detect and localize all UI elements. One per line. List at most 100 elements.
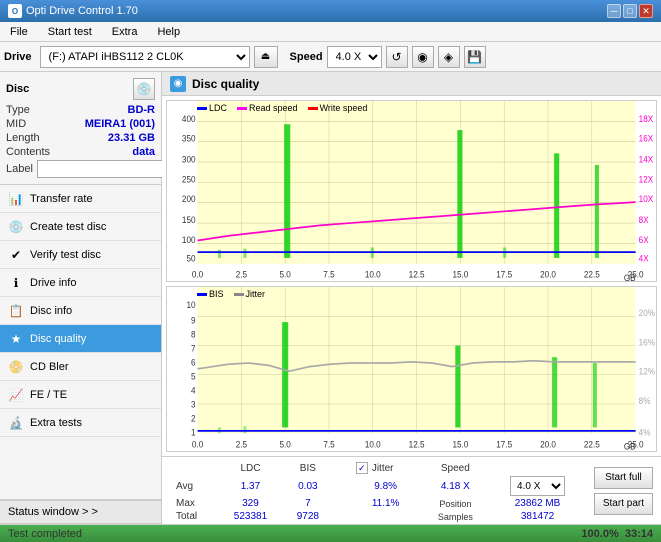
disc-contents-label: Contents — [6, 146, 50, 158]
svg-text:3: 3 — [191, 399, 196, 410]
svg-text:12X: 12X — [639, 174, 654, 185]
create-test-disc-icon: 💿 — [8, 219, 24, 235]
svg-text:4: 4 — [191, 385, 196, 396]
close-button[interactable]: ✕ — [639, 4, 653, 18]
svg-text:2.5: 2.5 — [236, 269, 247, 280]
bis-chart-svg: 1 2 3 4 5 6 7 8 9 10 4% 8% 12% 16% 20% — [167, 287, 656, 451]
svg-text:16X: 16X — [639, 133, 654, 144]
stats-total-row: Total 523381 9728 Samples 381472 — [170, 510, 586, 523]
refresh-button[interactable]: ↺ — [386, 46, 408, 68]
burn-button[interactable]: ◉ — [412, 46, 434, 68]
svg-text:400: 400 — [182, 113, 196, 124]
svg-text:20.0: 20.0 — [540, 269, 556, 280]
maximize-button[interactable]: □ — [623, 4, 637, 18]
svg-text:5: 5 — [191, 371, 196, 382]
minimize-button[interactable]: ─ — [607, 4, 621, 18]
disc-label-input[interactable] — [37, 160, 175, 178]
svg-text:16%: 16% — [639, 337, 655, 348]
max-label: Max — [170, 497, 218, 510]
svg-text:20%: 20% — [639, 308, 655, 319]
sidebar-item-disc-info[interactable]: 📋 Disc info — [0, 297, 161, 325]
svg-text:15.0: 15.0 — [452, 439, 468, 450]
svg-text:9: 9 — [191, 315, 196, 326]
sidebar: Disc 💿 Type BD-R MID MEIRA1 (001) Length… — [0, 72, 162, 524]
svg-text:22.5: 22.5 — [584, 439, 600, 450]
disc-contents-row: Contents data — [6, 146, 155, 158]
position-value: 23862 MB — [489, 497, 586, 510]
charts-area: LDC Read speed Write speed — [162, 96, 661, 456]
stats-avg-row: Avg 1.37 0.03 9.8% 4.18 X 4.0 X — [170, 475, 586, 497]
nav-label-cd-bler: CD Bler — [30, 361, 69, 373]
svg-text:15.0: 15.0 — [452, 269, 468, 280]
svg-text:7.5: 7.5 — [323, 439, 334, 450]
col-jitter-header: ✓ Jitter — [350, 461, 422, 475]
legend-jitter-label: Jitter — [246, 289, 266, 299]
eject-button[interactable]: ⏏ — [254, 46, 278, 68]
menu-help[interactable]: Help — [151, 24, 186, 40]
svg-text:14X: 14X — [639, 154, 654, 165]
status-area: Status window > > — [0, 499, 161, 524]
legend-read-speed-label: Read speed — [249, 103, 298, 113]
app-title: Opti Drive Control 1.70 — [26, 5, 138, 17]
svg-text:8X: 8X — [639, 215, 649, 226]
legend-bis: BIS — [197, 289, 224, 299]
svg-text:GB: GB — [624, 441, 636, 451]
progress-bar-fill — [0, 525, 661, 542]
nav-label-fe-te: FE / TE — [30, 389, 67, 401]
nav-label-disc-quality: Disc quality — [30, 333, 86, 345]
menu-file[interactable]: File — [4, 24, 34, 40]
save-button[interactable]: 💾 — [464, 46, 486, 68]
svg-text:20.0: 20.0 — [540, 439, 556, 450]
svg-text:5.0: 5.0 — [280, 439, 291, 450]
menu-start-test[interactable]: Start test — [42, 24, 98, 40]
jitter-checkbox[interactable]: ✓ — [356, 462, 368, 474]
col-speed-header: Speed — [421, 461, 489, 475]
disc-length-row: Length 23.31 GB — [6, 132, 155, 144]
svg-text:8%: 8% — [639, 396, 651, 407]
samples-value: 381472 — [489, 510, 586, 523]
settings-button[interactable]: ◈ — [438, 46, 460, 68]
disc-type-row: Type BD-R — [6, 104, 155, 116]
sidebar-item-create-test-disc[interactable]: 💿 Create test disc — [0, 213, 161, 241]
start-part-button[interactable]: Start part — [594, 493, 653, 515]
disc-mid-value: MEIRA1 (001) — [85, 118, 155, 130]
drive-label: Drive — [4, 51, 32, 63]
svg-text:2.5: 2.5 — [236, 439, 247, 450]
disc-quality-panel-icon: ◉ — [170, 76, 186, 92]
sidebar-item-drive-info[interactable]: ℹ Drive info — [0, 269, 161, 297]
title-bar-left: O Opti Drive Control 1.70 — [8, 4, 138, 18]
sidebar-item-verify-test-disc[interactable]: ✔ Verify test disc — [0, 241, 161, 269]
disc-panel: Disc 💿 Type BD-R MID MEIRA1 (001) Length… — [0, 72, 161, 185]
start-full-button[interactable]: Start full — [594, 467, 653, 489]
stats-table: LDC BIS ✓ Jitter Speed — [170, 461, 586, 520]
sidebar-item-fe-te[interactable]: 📈 FE / TE — [0, 381, 161, 409]
nav-label-extra-tests: Extra tests — [30, 417, 82, 429]
svg-text:50: 50 — [186, 253, 195, 264]
transfer-rate-icon: 📊 — [8, 191, 24, 207]
stats-max-row: Max 329 7 11.1% Position 23862 MB — [170, 497, 586, 510]
menu-extra[interactable]: Extra — [106, 24, 144, 40]
cd-bler-icon: 📀 — [8, 359, 24, 375]
speed-dropdown[interactable]: 4.0 X — [510, 476, 565, 496]
avg-ldc: 1.37 — [218, 475, 283, 497]
chart1-legend: LDC Read speed Write speed — [197, 103, 367, 113]
max-jitter: 11.1% — [350, 497, 422, 510]
title-bar: O Opti Drive Control 1.70 ─ □ ✕ — [0, 0, 661, 22]
drive-select[interactable]: (F:) ATAPI iHBS112 2 CL0K — [40, 46, 250, 68]
svg-text:300: 300 — [182, 154, 196, 165]
svg-text:5.0: 5.0 — [280, 269, 291, 280]
svg-text:7.5: 7.5 — [323, 269, 334, 280]
speed-select[interactable]: 4.0 X — [327, 46, 382, 68]
avg-speed: 4.18 X — [421, 475, 489, 497]
disc-icon-button[interactable]: 💿 — [133, 78, 155, 100]
svg-text:100: 100 — [182, 234, 196, 245]
nav-label-transfer-rate: Transfer rate — [30, 193, 93, 205]
sidebar-item-cd-bler[interactable]: 📀 CD Bler — [0, 353, 161, 381]
extra-tests-icon: 🔬 — [8, 415, 24, 431]
sidebar-item-extra-tests[interactable]: 🔬 Extra tests — [0, 409, 161, 437]
action-buttons: Start full Start part — [594, 461, 653, 520]
status-window-button[interactable]: Status window > > — [0, 500, 161, 524]
disc-panel-title: Disc — [6, 83, 29, 95]
sidebar-item-transfer-rate[interactable]: 📊 Transfer rate — [0, 185, 161, 213]
sidebar-item-disc-quality[interactable]: ★ Disc quality — [0, 325, 161, 353]
